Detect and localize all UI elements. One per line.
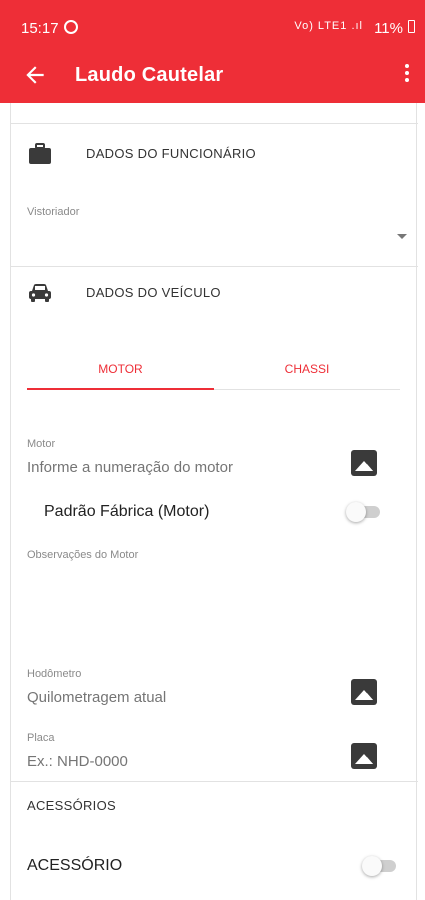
padrao-fabrica-label: Padrão Fábrica (Motor) [44, 503, 210, 520]
battery-percent: 11% [374, 20, 403, 37]
battery-icon [408, 20, 415, 33]
car-icon [29, 284, 51, 302]
divider [11, 123, 418, 124]
hodometro-input[interactable] [27, 689, 337, 706]
app-bar: Laudo Cautelar [0, 50, 425, 103]
vistoriador-select[interactable] [27, 221, 407, 255]
chevron-down-icon [397, 234, 407, 239]
status-bar: 15:17 Vo) LTE1 .ıl 11% [0, 0, 425, 50]
divider [11, 266, 418, 267]
status-time: 15:17 [21, 20, 59, 37]
vistoriador-label: Vistoriador [27, 206, 80, 218]
placa-label: Placa [27, 732, 55, 744]
image-icon[interactable] [351, 743, 377, 769]
image-icon[interactable] [351, 679, 377, 705]
observacoes-textarea[interactable] [27, 565, 397, 645]
tab-chassi[interactable]: CHASSI [214, 353, 400, 389]
padrao-fabrica-toggle[interactable] [346, 502, 384, 522]
motor-input[interactable] [27, 459, 337, 476]
divider [11, 781, 418, 782]
tab-motor[interactable]: MOTOR [27, 353, 214, 390]
observacoes-label: Observações do Motor [27, 549, 139, 561]
hodometro-label: Hodômetro [27, 668, 82, 680]
acessorio-item-label: ACESSÓRIO [27, 857, 123, 874]
signal-indicators: Vo) LTE1 .ıl [294, 20, 363, 32]
briefcase-icon [29, 143, 51, 164]
placa-input[interactable] [27, 753, 337, 770]
image-icon[interactable] [351, 450, 377, 476]
page-title: Laudo Cautelar [75, 64, 224, 86]
more-vertical-icon[interactable] [403, 64, 411, 88]
veiculo-section-title: DADOS DO VEÍCULO [86, 285, 221, 300]
whatsapp-icon [64, 20, 78, 34]
acessorio-toggle[interactable] [362, 856, 400, 876]
funcionario-section-title: DADOS DO FUNCIONÁRIO [86, 146, 256, 161]
acessorios-section-title: ACESSÓRIOS [27, 798, 116, 813]
tab-divider [214, 389, 400, 390]
motor-label: Motor [27, 438, 56, 450]
form-card: DADOS DO FUNCIONÁRIO Vistoriador DADOS D… [10, 103, 418, 900]
arrow-left-icon[interactable] [22, 62, 48, 88]
tab-indicator [27, 388, 214, 390]
